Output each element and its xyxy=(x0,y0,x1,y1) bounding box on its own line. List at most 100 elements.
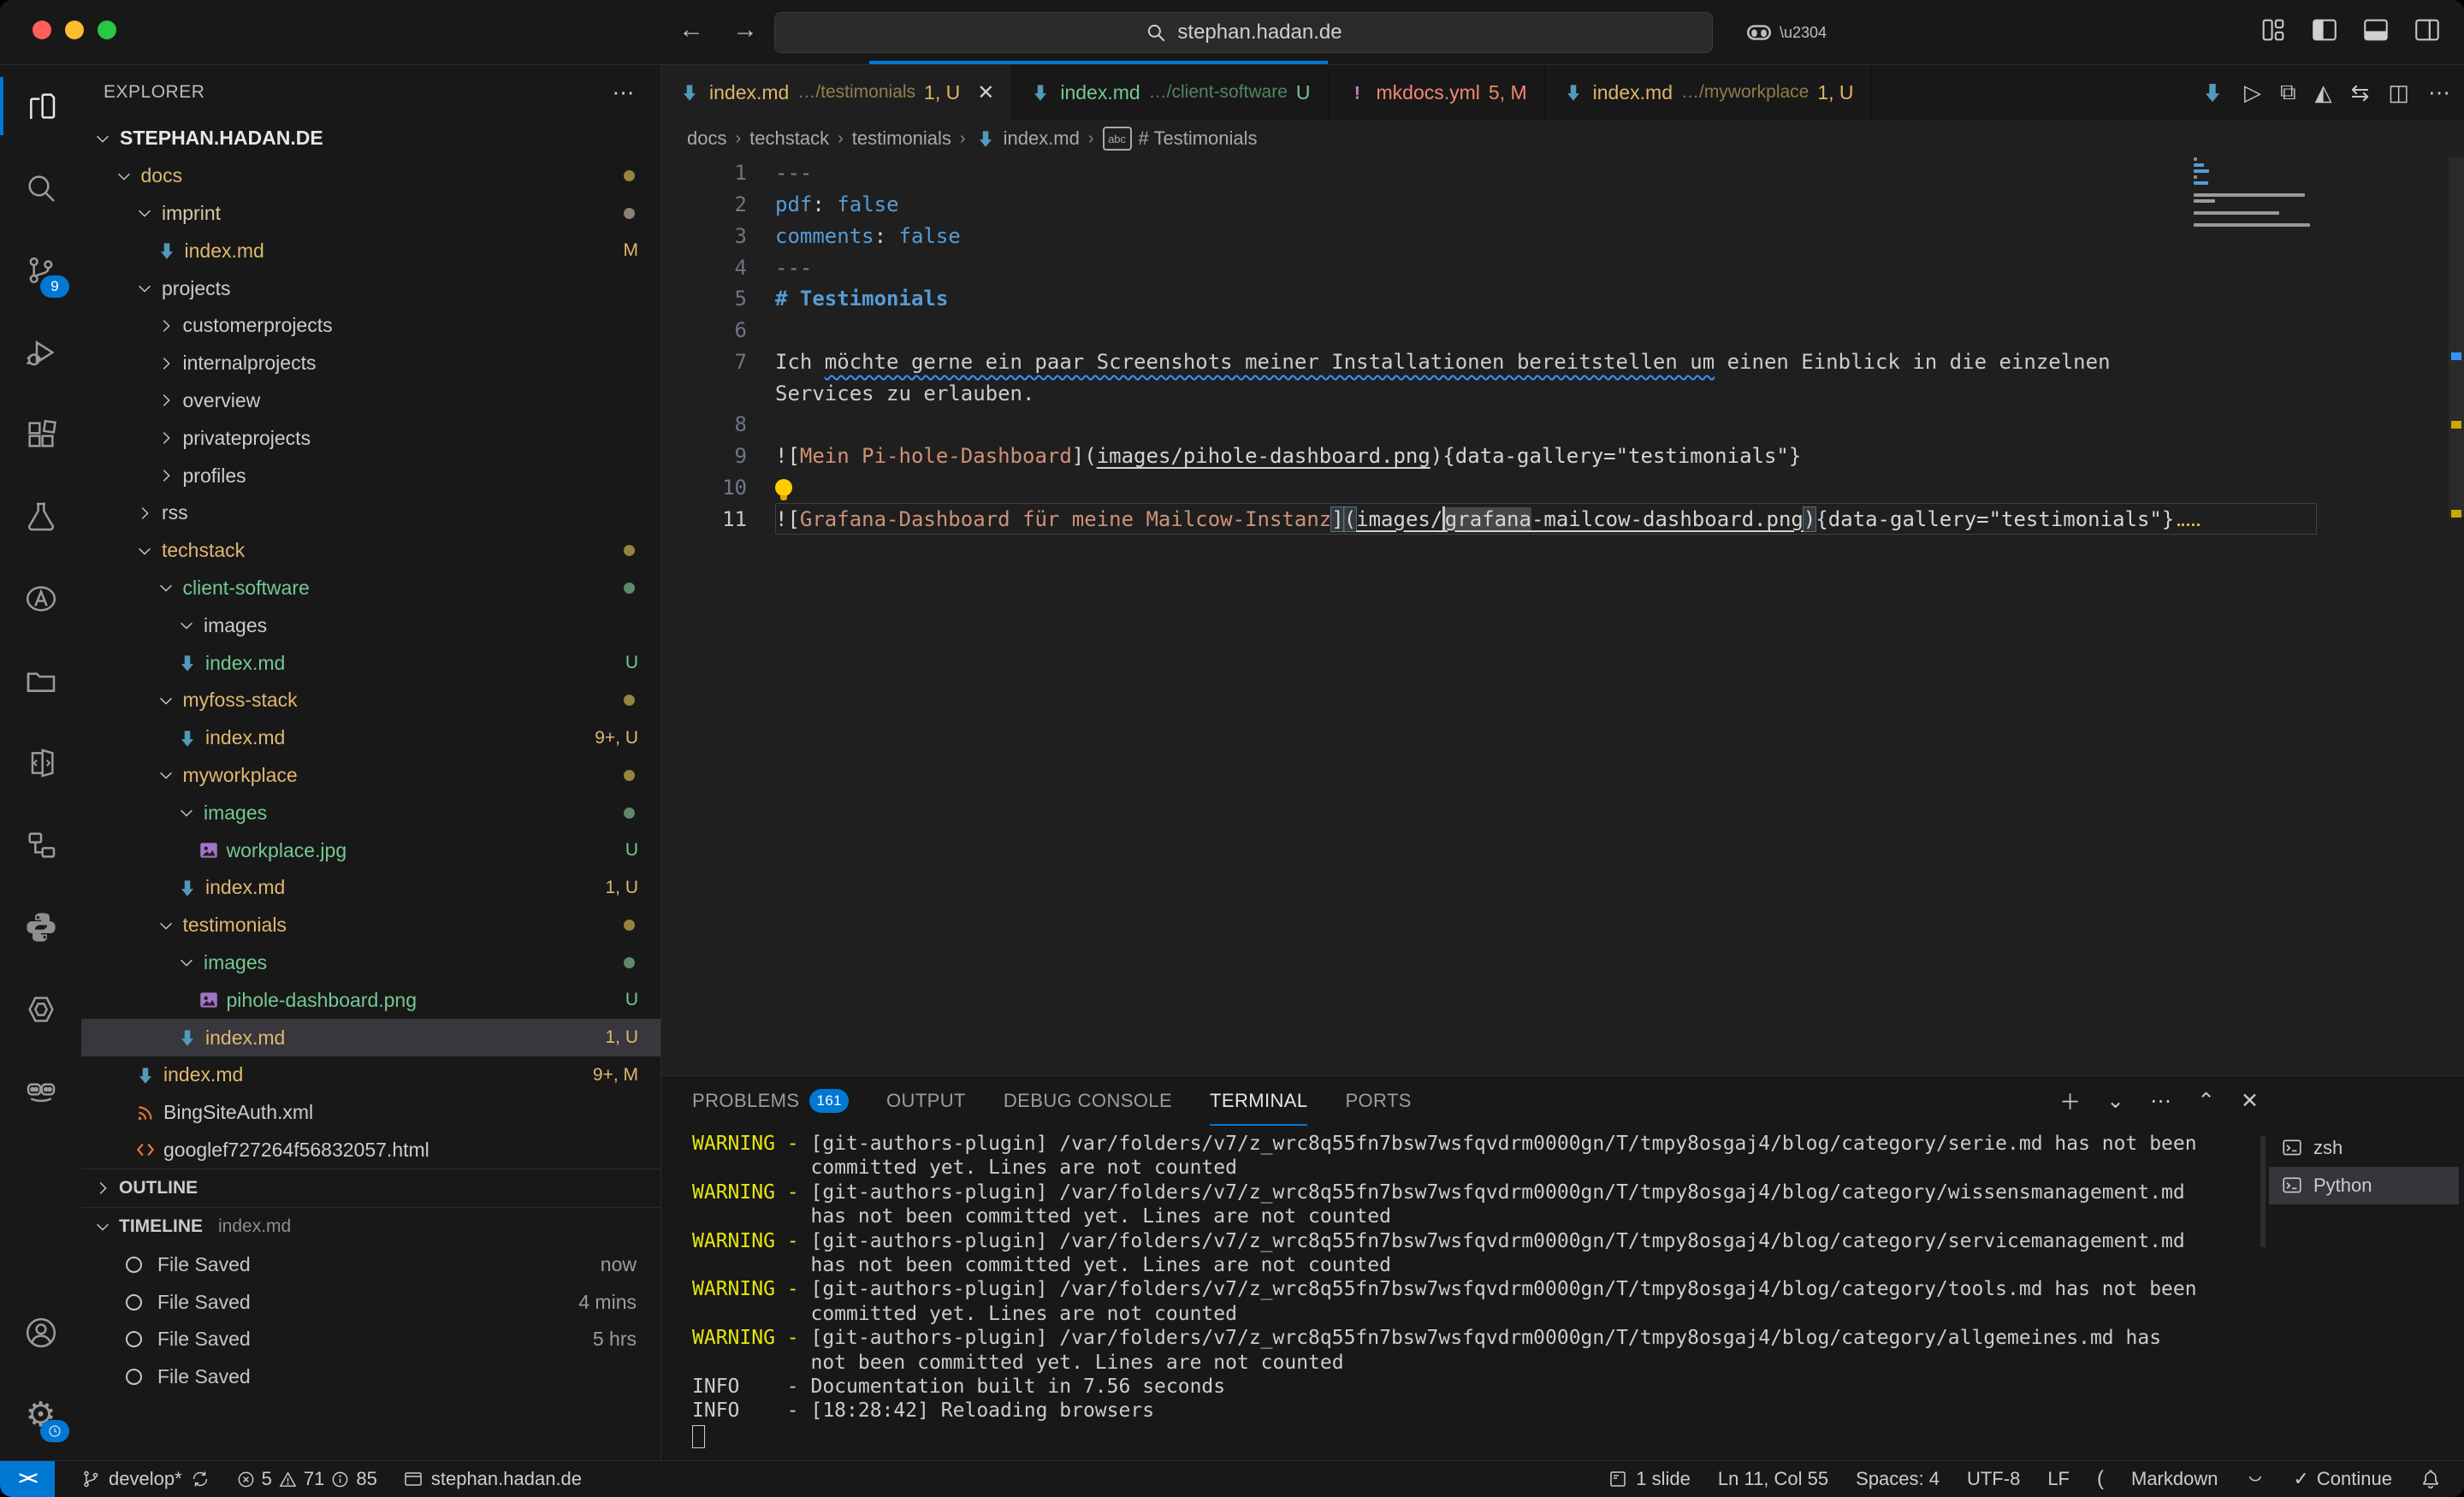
breadcrumb-item[interactable]: index.md xyxy=(974,127,1080,150)
activity-search-icon[interactable] xyxy=(0,147,81,229)
zoom-window-button[interactable] xyxy=(98,21,116,39)
editor-line[interactable]: Services zu erlauben. xyxy=(661,377,2464,409)
activity-hexagon-tool-icon[interactable] xyxy=(0,968,81,1050)
open-preview-icon[interactable]: ⧉ xyxy=(2280,79,2296,106)
more-actions-icon[interactable]: ⋯ xyxy=(2150,1088,2171,1114)
editor-tab-mkdocs-yml[interactable]: !mkdocs.yml5, M xyxy=(1329,65,1545,120)
tree-folder-testimonials[interactable]: testimonials xyxy=(81,907,660,944)
indentation[interactable]: Spaces: 4 xyxy=(1856,1468,1940,1490)
tree-folder-projects[interactable]: projects xyxy=(81,269,660,307)
panel-tab-debug-console[interactable]: DEBUG CONSOLE xyxy=(1004,1076,1172,1126)
navigate-back-button[interactable]: ← xyxy=(678,15,704,44)
activity-extensions-icon[interactable] xyxy=(0,393,81,476)
markdown-open-preview-icon[interactable] xyxy=(2200,80,2225,105)
tree-file-index-md[interactable]: index.mdM xyxy=(81,232,660,269)
remote-indicator[interactable]: >< xyxy=(0,1461,55,1497)
terminal-session-python[interactable]: Python xyxy=(2269,1167,2459,1204)
editor-scrollbar[interactable] xyxy=(2449,157,2464,517)
tree-folder-rss[interactable]: rss xyxy=(81,494,660,532)
slides-count[interactable]: 1 slide xyxy=(1608,1468,1691,1490)
close-tab-icon[interactable]: ✕ xyxy=(977,80,994,105)
tree-folder-overview[interactable]: overview xyxy=(81,382,660,420)
activity-project-folder-icon[interactable] xyxy=(0,640,81,722)
markdown-preview-side-icon[interactable]: ◭ xyxy=(2315,80,2332,106)
timeline-entry[interactable]: File Saved4 mins xyxy=(81,1283,660,1321)
editor-line[interactable]: 7Ich möchte gerne ein paar Screenshots m… xyxy=(661,346,2464,378)
timeline-entry[interactable]: File Saved5 hrs xyxy=(81,1321,660,1358)
toggle-primary-sidebar-icon[interactable] xyxy=(2310,15,2339,44)
copilot-menu[interactable]: \u2304 xyxy=(1744,17,1827,48)
activity-python-icon[interactable] xyxy=(0,886,81,968)
breadcrumb-item[interactable]: abc# Testimonials xyxy=(1103,127,1258,151)
tree-folder-images[interactable]: images xyxy=(81,944,660,982)
close-panel-icon[interactable]: ✕ xyxy=(2241,1088,2259,1114)
tree-folder-privateprojects[interactable]: privateprojects xyxy=(81,419,660,457)
live-site[interactable]: stephan.hadan.de xyxy=(403,1468,582,1490)
minimize-window-button[interactable] xyxy=(65,21,84,39)
timeline-entry[interactable]: File Saved xyxy=(81,1358,660,1396)
command-center[interactable]: stephan.hadan.de xyxy=(774,12,1713,53)
tree-folder-client-software[interactable]: client-software xyxy=(81,570,660,607)
terminal-profile-dropdown-icon[interactable]: ⌄ xyxy=(2106,1088,2124,1114)
activity-testing-icon[interactable] xyxy=(0,476,81,558)
editor-tab-index-md-testimonials[interactable]: index.md…/testimonials1, U✕ xyxy=(661,65,1012,120)
spinner[interactable] xyxy=(2245,1469,2266,1489)
editor-current-line[interactable]: 11![Grafana-Dashboard für meine Mailcow-… xyxy=(661,503,2464,535)
activity-run-and-debug-icon[interactable] xyxy=(0,311,81,393)
compare-changes-icon[interactable]: ⇆ xyxy=(2351,80,2370,106)
notifications-bell[interactable] xyxy=(2420,1468,2442,1490)
activity-accounts-icon[interactable] xyxy=(0,1292,81,1374)
tree-folder-customerprojects[interactable]: customerprojects xyxy=(81,307,660,345)
breadcrumb-item[interactable]: techstack xyxy=(749,127,829,150)
terminal-scrollbar[interactable] xyxy=(2260,1136,2266,1247)
terminal-session-zsh[interactable]: zsh xyxy=(2269,1129,2459,1167)
eol-sequence[interactable]: LF xyxy=(2047,1468,2070,1490)
terminal-output[interactable]: WARNING - [git-authors-plugin] /var/fold… xyxy=(692,1133,2242,1454)
outline-section[interactable]: OUTLINE xyxy=(81,1169,660,1207)
run-button-icon[interactable]: ▷ xyxy=(2244,80,2261,106)
navigate-forward-button[interactable]: → xyxy=(732,15,758,44)
tree-folder-stephan-hadan-de[interactable]: STEPHAN.HADAN.DE xyxy=(81,120,660,157)
activity-chat-faces-icon[interactable] xyxy=(0,1050,81,1133)
tree-file-index-md[interactable]: index.md1, U xyxy=(81,869,660,907)
close-window-button[interactable] xyxy=(33,21,51,39)
cursor-position[interactable]: Ln 11, Col 55 xyxy=(1718,1468,1828,1490)
panel-tab-terminal[interactable]: TERMINAL xyxy=(1210,1076,1307,1126)
more-actions-icon[interactable]: ⋯ xyxy=(2428,80,2450,106)
activity-live-preview-icon[interactable] xyxy=(0,722,81,804)
tree-folder-profiles[interactable]: profiles xyxy=(81,457,660,494)
tree-file-index-md[interactable]: index.mdU xyxy=(81,644,660,682)
activity-circle-a-icon[interactable] xyxy=(0,558,81,640)
tree-folder-images[interactable]: images xyxy=(81,794,660,831)
activity-explorer-icon[interactable] xyxy=(0,65,81,147)
tree-file-index-md[interactable]: index.md9+, U xyxy=(81,719,660,757)
breadcrumb-item[interactable]: testimonials xyxy=(852,127,951,150)
tree-folder-myworkplace[interactable]: myworkplace xyxy=(81,757,660,795)
editor-tab-index-md-client-software[interactable]: index.md…/client-softwareU xyxy=(1012,65,1328,120)
customize-layout-icon[interactable] xyxy=(2259,15,2288,44)
language-mode[interactable]: Markdown xyxy=(2131,1468,2218,1490)
tree-file-pihole-dashboard-png[interactable]: pihole-dashboard.pngU xyxy=(81,981,660,1019)
panel-tab-ports[interactable]: PORTS xyxy=(1345,1076,1411,1126)
split-editor-icon[interactable]: ◫ xyxy=(2388,80,2409,106)
git-branch[interactable]: develop* xyxy=(80,1468,210,1490)
minimap[interactable] xyxy=(2194,157,2322,229)
breadcrumb-item[interactable]: docs xyxy=(687,127,726,150)
quick-fix-lightbulb-icon[interactable] xyxy=(775,479,792,496)
toggle-panel-icon[interactable] xyxy=(2361,15,2390,44)
tree-file-bingsiteauth-xml[interactable]: BingSiteAuth.xml xyxy=(81,1094,660,1132)
tree-file-workplace-jpg[interactable]: workplace.jpgU xyxy=(81,831,660,869)
activity-source-control-icon[interactable]: 9 xyxy=(0,229,81,311)
explorer-more-actions-icon[interactable]: ⋯ xyxy=(613,80,636,106)
tree-folder-images[interactable]: images xyxy=(81,606,660,644)
timeline-entry[interactable]: File Savednow xyxy=(81,1246,660,1283)
activity-settings-icon[interactable]: ⚙ xyxy=(0,1374,81,1456)
toggle-secondary-sidebar-icon[interactable] xyxy=(2413,15,2442,44)
tree-folder-internalprojects[interactable]: internalprojects xyxy=(81,345,660,382)
tree-folder-myfoss-stack[interactable]: myfoss-stack xyxy=(81,682,660,719)
tree-file-index-md[interactable]: index.md9+, M xyxy=(81,1056,660,1094)
maximize-panel-icon[interactable]: ⌃ xyxy=(2197,1088,2215,1114)
tree-file-index-md[interactable]: index.md1, U xyxy=(81,1019,660,1056)
editor-line[interactable]: 4--- xyxy=(661,251,2464,283)
paren-indicator[interactable]: ( xyxy=(2097,1467,2104,1491)
